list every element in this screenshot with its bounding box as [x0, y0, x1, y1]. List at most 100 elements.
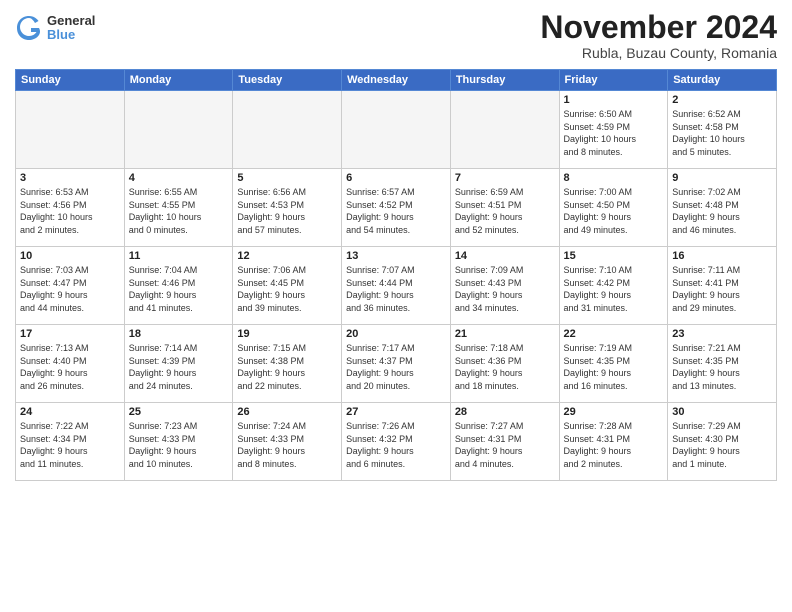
day-info: Sunrise: 7:10 AM Sunset: 4:42 PM Dayligh…: [564, 264, 664, 314]
day-number: 11: [129, 250, 229, 262]
calendar-week-row: 17 Sunrise: 7:13 AM Sunset: 4:40 PM Dayli…: [16, 325, 777, 403]
table-row: 20 Sunrise: 7:17 AM Sunset: 4:37 PM Dayli…: [342, 325, 451, 403]
day-number: 15: [564, 250, 664, 262]
day-number: 24: [20, 406, 120, 418]
day-info: Sunrise: 7:26 AM Sunset: 4:32 PM Dayligh…: [346, 420, 446, 470]
col-monday: Monday: [124, 70, 233, 91]
calendar-week-row: 1 Sunrise: 6:50 AM Sunset: 4:59 PM Daylig…: [16, 91, 777, 169]
day-info: Sunrise: 7:14 AM Sunset: 4:39 PM Dayligh…: [129, 342, 229, 392]
day-number: 26: [237, 406, 337, 418]
col-wednesday: Wednesday: [342, 70, 451, 91]
day-number: 18: [129, 328, 229, 340]
day-info: Sunrise: 7:03 AM Sunset: 4:47 PM Dayligh…: [20, 264, 120, 314]
day-number: 25: [129, 406, 229, 418]
table-row: 21 Sunrise: 7:18 AM Sunset: 4:36 PM Dayli…: [450, 325, 559, 403]
day-info: Sunrise: 7:18 AM Sunset: 4:36 PM Dayligh…: [455, 342, 555, 392]
day-info: Sunrise: 7:00 AM Sunset: 4:50 PM Dayligh…: [564, 186, 664, 236]
day-info: Sunrise: 7:21 AM Sunset: 4:35 PM Dayligh…: [672, 342, 772, 392]
table-row: 16 Sunrise: 7:11 AM Sunset: 4:41 PM Dayli…: [668, 247, 777, 325]
logo: General Blue: [15, 14, 95, 43]
table-row: 6Sunrise: 6:57 AM Sunset: 4:52 PM Daylig…: [342, 169, 451, 247]
table-row: 3 Sunrise: 6:53 AM Sunset: 4:56 PM Daylig…: [16, 169, 125, 247]
calendar-week-row: 3 Sunrise: 6:53 AM Sunset: 4:56 PM Daylig…: [16, 169, 777, 247]
table-row: 23 Sunrise: 7:21 AM Sunset: 4:35 PM Dayli…: [668, 325, 777, 403]
day-info: Sunrise: 7:11 AM Sunset: 4:41 PM Dayligh…: [672, 264, 772, 314]
table-row: 11 Sunrise: 7:04 AM Sunset: 4:46 PM Dayli…: [124, 247, 233, 325]
logo-text: General Blue: [47, 14, 95, 43]
table-row: 29Sunrise: 7:28 AM Sunset: 4:31 PM Dayli…: [559, 403, 668, 481]
col-saturday: Saturday: [668, 70, 777, 91]
table-row: 17 Sunrise: 7:13 AM Sunset: 4:40 PM Dayli…: [16, 325, 125, 403]
day-info: Sunrise: 6:50 AM Sunset: 4:59 PM Dayligh…: [564, 108, 664, 158]
title-block: November 2024 Rubla, Buzau County, Roman…: [540, 10, 777, 61]
day-info: Sunrise: 7:29 AM Sunset: 4:30 PM Dayligh…: [672, 420, 772, 470]
day-number: 30: [672, 406, 772, 418]
day-info: Sunrise: 7:02 AM Sunset: 4:48 PM Dayligh…: [672, 186, 772, 236]
logo-blue-text: Blue: [47, 28, 95, 42]
day-number: 21: [455, 328, 555, 340]
day-number: 28: [455, 406, 555, 418]
col-thursday: Thursday: [450, 70, 559, 91]
col-tuesday: Tuesday: [233, 70, 342, 91]
table-row: 30 Sunrise: 7:29 AM Sunset: 4:30 PM Dayli…: [668, 403, 777, 481]
calendar-header-row: Sunday Monday Tuesday Wednesday Thursday…: [16, 70, 777, 91]
table-row: 22 Sunrise: 7:19 AM Sunset: 4:35 PM Dayli…: [559, 325, 668, 403]
table-row: 4 Sunrise: 6:55 AM Sunset: 4:55 PM Daylig…: [124, 169, 233, 247]
month-title: November 2024: [540, 10, 777, 45]
day-info: Sunrise: 7:28 AM Sunset: 4:31 PM Dayligh…: [564, 420, 664, 470]
table-row: 12Sunrise: 7:06 AM Sunset: 4:45 PM Dayli…: [233, 247, 342, 325]
day-info: Sunrise: 6:53 AM Sunset: 4:56 PM Dayligh…: [20, 186, 120, 236]
day-info: Sunrise: 7:17 AM Sunset: 4:37 PM Dayligh…: [346, 342, 446, 392]
day-number: 22: [564, 328, 664, 340]
logo-general-text: General: [47, 14, 95, 28]
day-number: 2: [672, 94, 772, 106]
day-number: 17: [20, 328, 120, 340]
table-row: [16, 91, 125, 169]
day-info: Sunrise: 7:27 AM Sunset: 4:31 PM Dayligh…: [455, 420, 555, 470]
table-row: [450, 91, 559, 169]
day-info: Sunrise: 6:57 AM Sunset: 4:52 PM Dayligh…: [346, 186, 446, 236]
day-info: Sunrise: 7:06 AM Sunset: 4:45 PM Dayligh…: [237, 264, 337, 314]
table-row: 25Sunrise: 7:23 AM Sunset: 4:33 PM Dayli…: [124, 403, 233, 481]
day-info: Sunrise: 7:19 AM Sunset: 4:35 PM Dayligh…: [564, 342, 664, 392]
day-info: Sunrise: 6:55 AM Sunset: 4:55 PM Dayligh…: [129, 186, 229, 236]
day-number: 27: [346, 406, 446, 418]
table-row: 18 Sunrise: 7:14 AM Sunset: 4:39 PM Dayli…: [124, 325, 233, 403]
calendar-page: General Blue November 2024 Rubla, Buzau …: [0, 0, 792, 612]
calendar-week-row: 10 Sunrise: 7:03 AM Sunset: 4:47 PM Dayli…: [16, 247, 777, 325]
table-row: [233, 91, 342, 169]
day-info: Sunrise: 7:09 AM Sunset: 4:43 PM Dayligh…: [455, 264, 555, 314]
table-row: 8 Sunrise: 7:00 AM Sunset: 4:50 PM Daylig…: [559, 169, 668, 247]
table-row: 15 Sunrise: 7:10 AM Sunset: 4:42 PM Dayli…: [559, 247, 668, 325]
day-number: 5: [237, 172, 337, 184]
page-header: General Blue November 2024 Rubla, Buzau …: [15, 10, 777, 61]
day-number: 23: [672, 328, 772, 340]
day-info: Sunrise: 6:56 AM Sunset: 4:53 PM Dayligh…: [237, 186, 337, 236]
table-row: 19Sunrise: 7:15 AM Sunset: 4:38 PM Dayli…: [233, 325, 342, 403]
day-number: 1: [564, 94, 664, 106]
day-number: 4: [129, 172, 229, 184]
day-info: Sunrise: 7:22 AM Sunset: 4:34 PM Dayligh…: [20, 420, 120, 470]
day-info: Sunrise: 7:13 AM Sunset: 4:40 PM Dayligh…: [20, 342, 120, 392]
day-number: 3: [20, 172, 120, 184]
table-row: [342, 91, 451, 169]
table-row: 14 Sunrise: 7:09 AM Sunset: 4:43 PM Dayli…: [450, 247, 559, 325]
day-info: Sunrise: 7:04 AM Sunset: 4:46 PM Dayligh…: [129, 264, 229, 314]
table-row: [124, 91, 233, 169]
table-row: 10 Sunrise: 7:03 AM Sunset: 4:47 PM Dayli…: [16, 247, 125, 325]
day-number: 19: [237, 328, 337, 340]
location-subtitle: Rubla, Buzau County, Romania: [540, 45, 777, 61]
day-number: 20: [346, 328, 446, 340]
logo-icon: [15, 14, 43, 42]
day-number: 14: [455, 250, 555, 262]
day-number: 13: [346, 250, 446, 262]
day-number: 8: [564, 172, 664, 184]
day-number: 16: [672, 250, 772, 262]
day-info: Sunrise: 7:24 AM Sunset: 4:33 PM Dayligh…: [237, 420, 337, 470]
table-row: 2Sunrise: 6:52 AM Sunset: 4:58 PM Daylig…: [668, 91, 777, 169]
table-row: 1 Sunrise: 6:50 AM Sunset: 4:59 PM Daylig…: [559, 91, 668, 169]
calendar-table: Sunday Monday Tuesday Wednesday Thursday…: [15, 69, 777, 481]
table-row: 26 Sunrise: 7:24 AM Sunset: 4:33 PM Dayli…: [233, 403, 342, 481]
day-number: 7: [455, 172, 555, 184]
day-number: 10: [20, 250, 120, 262]
